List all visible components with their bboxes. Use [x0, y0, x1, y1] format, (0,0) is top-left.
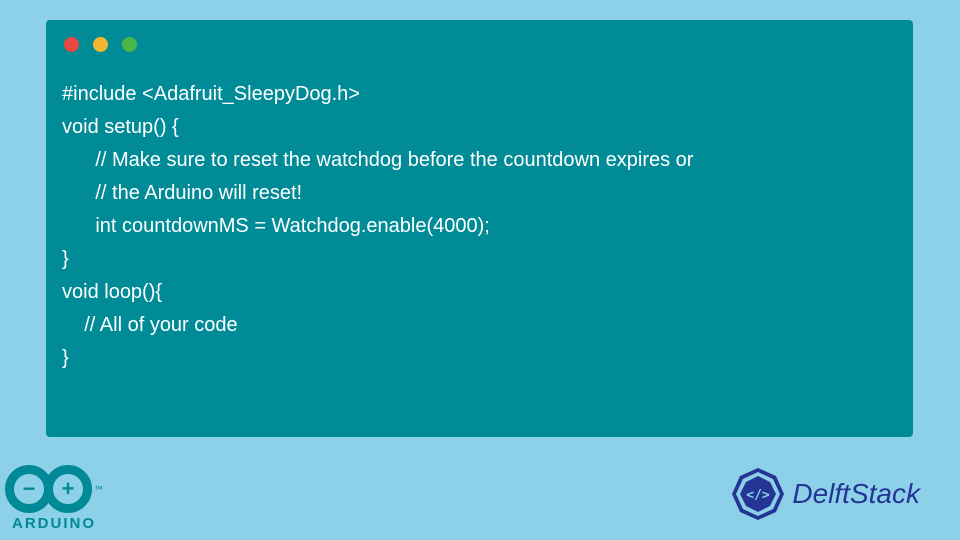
- code-line: void setup() {: [62, 111, 897, 144]
- infinity-right-icon: +: [44, 465, 92, 513]
- close-dot-icon: [64, 37, 79, 52]
- code-line: }: [62, 342, 897, 375]
- code-line: }: [62, 243, 897, 276]
- delftstack-icon: </>: [730, 466, 786, 522]
- delftstack-label: DelftStack: [792, 478, 920, 510]
- code-line: void loop(){: [62, 276, 897, 309]
- window-controls: [46, 20, 913, 60]
- code-content: #include <Adafruit_SleepyDog.h> void set…: [46, 60, 913, 393]
- minus-icon: −: [23, 478, 36, 500]
- trademark-icon: ™: [94, 484, 103, 494]
- code-line: // All of your code: [62, 309, 897, 342]
- delftstack-logo: </> DelftStack: [730, 466, 920, 522]
- plus-icon: +: [62, 478, 75, 500]
- code-line: // the Arduino will reset!: [62, 177, 897, 210]
- code-window: #include <Adafruit_SleepyDog.h> void set…: [46, 20, 913, 437]
- arduino-infinity-icon: − + ™: [5, 465, 103, 513]
- code-line: // Make sure to reset the watchdog befor…: [62, 144, 897, 177]
- maximize-dot-icon: [122, 37, 137, 52]
- svg-text:</>: </>: [747, 488, 771, 503]
- code-line: int countdownMS = Watchdog.enable(4000);: [62, 210, 897, 243]
- minimize-dot-icon: [93, 37, 108, 52]
- arduino-logo: − + ™ ARDUINO: [5, 465, 103, 532]
- arduino-label: ARDUINO: [12, 515, 96, 532]
- code-line: #include <Adafruit_SleepyDog.h>: [62, 78, 897, 111]
